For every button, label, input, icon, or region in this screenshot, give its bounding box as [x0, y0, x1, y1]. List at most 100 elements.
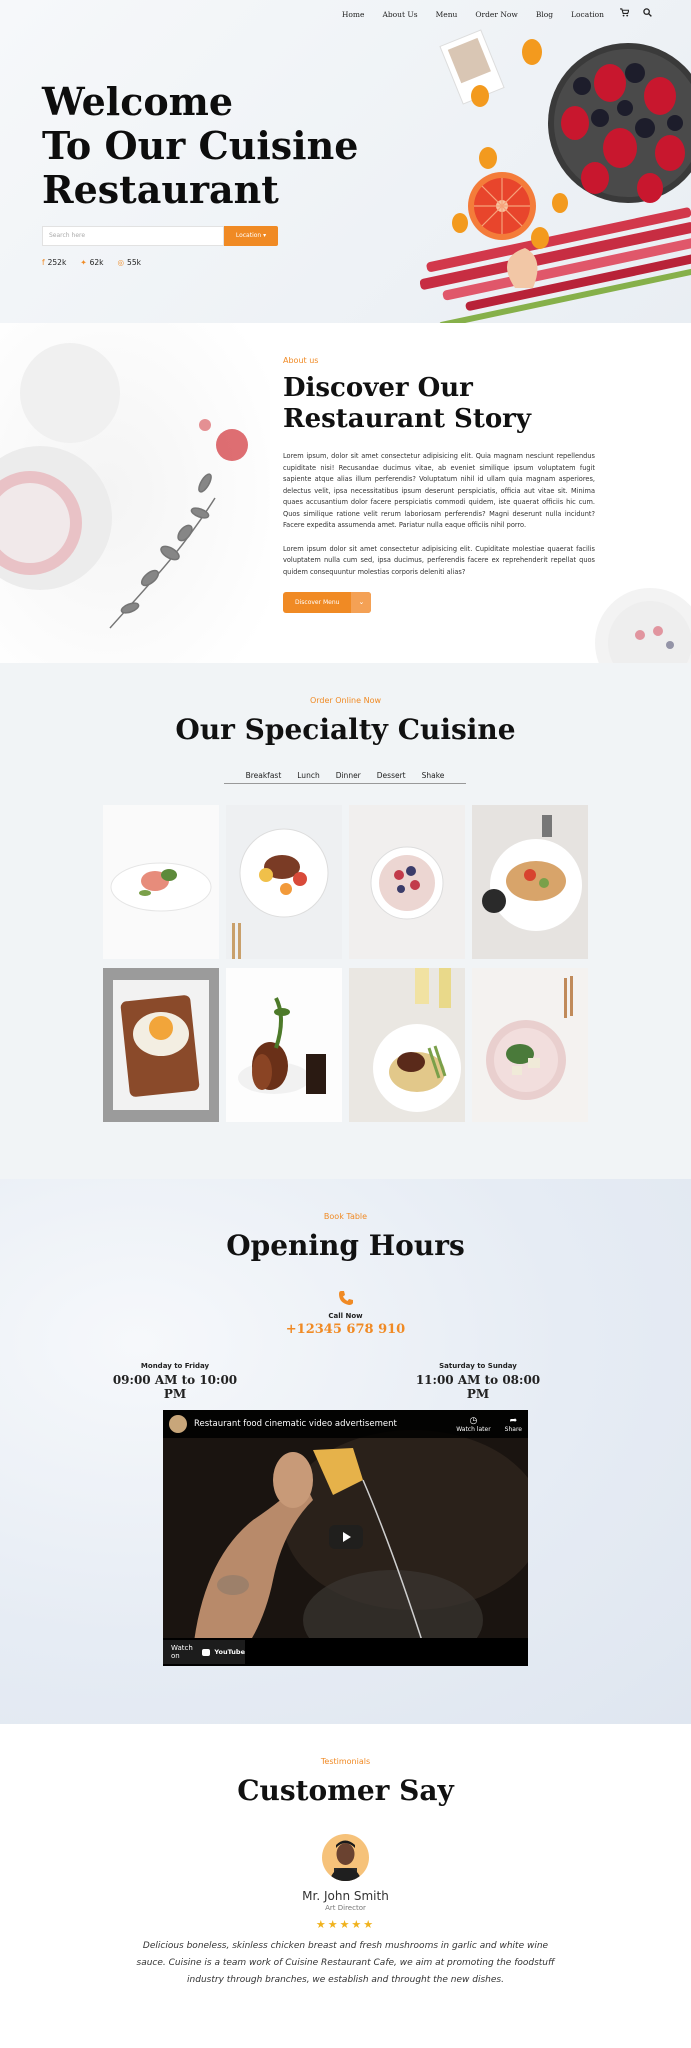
hours-label: Book Table — [323, 1212, 368, 1221]
dish-tile[interactable] — [103, 968, 219, 1122]
about-content: About us Discover Our Restaurant Story L… — [283, 356, 595, 613]
weekend-label: Saturday to Sunday — [439, 1362, 517, 1370]
testimonials-section: Testimonials Customer Say Mr. John Smith… — [0, 1724, 691, 2048]
weekend-time: 11:00 AM to 08:00 PM — [415, 1373, 541, 1401]
nav-about-us[interactable]: About Us — [373, 10, 426, 19]
search-input[interactable]: Search here — [42, 226, 224, 246]
weekday-time: 09:00 AM to 10:00 PM — [112, 1373, 238, 1401]
weekend-hours: Saturday to Sunday 11:00 AM to 08:00 PM — [403, 1362, 553, 1401]
video-title-bar: Restaurant food cinematic video advertis… — [163, 1410, 528, 1438]
video-player[interactable]: Restaurant food cinematic video advertis… — [163, 1410, 528, 1666]
specialty-label: Order Online Now — [309, 696, 382, 705]
dish-tile[interactable] — [349, 968, 465, 1122]
nav-menu[interactable]: Menu — [427, 10, 467, 19]
tab-breakfast[interactable]: Breakfast — [238, 771, 290, 780]
hours-section: Book Table Opening Hours Call Now +12345… — [0, 1179, 691, 1724]
facebook-icon: f — [42, 258, 45, 267]
hours-heading: Opening Hours — [226, 1229, 465, 1262]
facebook-count[interactable]: f 252k — [42, 258, 66, 267]
nav-home[interactable]: Home — [333, 10, 374, 19]
dish-image — [103, 805, 219, 959]
weekday-label: Monday to Friday — [140, 1362, 210, 1370]
watch-on-youtube-button[interactable]: Watch on YouTube — [163, 1640, 245, 1664]
dish-tile[interactable] — [472, 805, 588, 959]
discover-menu-label: Discover Menu — [295, 599, 340, 606]
nav-location[interactable]: Location — [562, 10, 613, 19]
search-icon[interactable] — [636, 8, 659, 20]
tab-lunch[interactable]: Lunch — [289, 771, 327, 780]
watch-later-button[interactable]: ◷ Watch later — [456, 1416, 490, 1433]
avatar — [322, 1834, 369, 1881]
nav-order-now[interactable]: Order Now — [466, 10, 526, 19]
watch-on-label: Watch on — [171, 1644, 193, 1660]
video-title[interactable]: Restaurant food cinematic video advertis… — [194, 1419, 397, 1429]
about-heading-line: Discover Our — [283, 373, 473, 403]
instagram-icon: ◎ — [117, 258, 125, 267]
nav-blog[interactable]: Blog — [527, 10, 562, 19]
testimonial-quote: Delicious boneless, skinless chicken bre… — [136, 1941, 555, 1985]
hero-title-line: To Our Cuisine — [42, 123, 359, 168]
dish-image — [349, 968, 465, 1122]
menu-tabs: Breakfast Lunch Dinner Dessert Shake — [224, 771, 466, 784]
hero-search: Search here Location ▾ — [42, 226, 278, 246]
customer-name: Mr. John Smith — [302, 1889, 389, 1903]
weekday-hours: Monday to Friday 09:00 AM to 10:00 PM — [100, 1362, 250, 1401]
customer-role: Art Director — [325, 1904, 366, 1912]
dish-tile[interactable] — [226, 968, 342, 1122]
specialty-header: Order Online Now Our Specialty Cuisine — [0, 696, 691, 746]
dish-image — [472, 968, 588, 1122]
phone-icon — [338, 1291, 353, 1305]
about-section: About us Discover Our Restaurant Story L… — [0, 323, 691, 663]
discover-menu-button[interactable]: Discover Menu ⌄ — [283, 592, 372, 613]
call-now-label: Call Now — [328, 1312, 363, 1320]
location-button[interactable]: Location ▾ — [224, 226, 278, 246]
about-paragraph: Lorem ipsum dolor sit amet consectetur a… — [283, 544, 595, 576]
clock-icon: ◷ — [469, 1415, 478, 1426]
tab-shake[interactable]: Shake — [414, 771, 453, 780]
video-actions: ◷ Watch later ➦ Share — [456, 1416, 522, 1433]
main-nav: Home About Us Menu Order Now Blog Locati… — [333, 8, 659, 20]
dish-image — [103, 968, 219, 1122]
dish-tile[interactable] — [103, 805, 219, 959]
dish-tile[interactable] — [472, 968, 588, 1122]
hours-header: Book Table Opening Hours — [0, 1212, 691, 1262]
dish-tile[interactable] — [349, 805, 465, 959]
about-paragraph: Lorem ipsum, dolor sit amet consectetur … — [283, 452, 595, 529]
phone-number[interactable]: +12345 678 910 — [0, 1322, 691, 1337]
dish-image — [226, 968, 342, 1122]
dish-image — [349, 805, 465, 959]
about-heading: Discover Our Restaurant Story — [283, 373, 595, 435]
specialty-heading: Our Specialty Cuisine — [175, 713, 516, 746]
rating-stars: ★★★★★ — [315, 1918, 376, 1931]
hero-title: Welcome To Our Cuisine Restaurant — [42, 80, 372, 212]
youtube-label: YouTube — [214, 1648, 245, 1656]
testimonials-heading: Customer Say — [237, 1774, 454, 1807]
testimonials-header: Testimonials Customer Say — [0, 1757, 691, 1807]
chevron-down-icon: ⌄ — [351, 592, 372, 613]
dish-tile[interactable] — [226, 805, 342, 959]
dish-grid — [103, 805, 588, 1122]
person-image — [330, 1840, 361, 1881]
play-button[interactable] — [329, 1525, 363, 1549]
share-button[interactable]: ➦ Share — [505, 1416, 522, 1433]
social-counts: f 252k ✦ 62k ◎ 55k — [42, 258, 141, 267]
hero-title-line: Welcome — [42, 79, 234, 124]
tab-dinner[interactable]: Dinner — [328, 771, 369, 780]
channel-avatar[interactable] — [169, 1415, 187, 1433]
instagram-count[interactable]: ◎ 55k — [118, 258, 141, 267]
social-count-text: 252k — [47, 258, 67, 267]
about-decor-image — [0, 323, 270, 663]
tab-dessert[interactable]: Dessert — [369, 771, 414, 780]
social-count-text: 62k — [89, 258, 104, 267]
about-label: About us — [283, 356, 319, 365]
twitter-icon: ✦ — [80, 258, 87, 267]
about-heading-line: Restaurant Story — [283, 404, 531, 434]
dish-image — [472, 805, 588, 959]
youtube-icon — [202, 1648, 211, 1656]
share-icon: ➦ — [509, 1415, 518, 1426]
cart-icon[interactable] — [613, 8, 636, 20]
testimonial-body: Mr. John Smith Art Director ★★★★★ Delici… — [0, 1889, 691, 1989]
call-block: Call Now +12345 678 910 — [0, 1290, 691, 1337]
twitter-count[interactable]: ✦ 62k — [80, 258, 103, 267]
share-label: Share — [504, 1425, 522, 1433]
